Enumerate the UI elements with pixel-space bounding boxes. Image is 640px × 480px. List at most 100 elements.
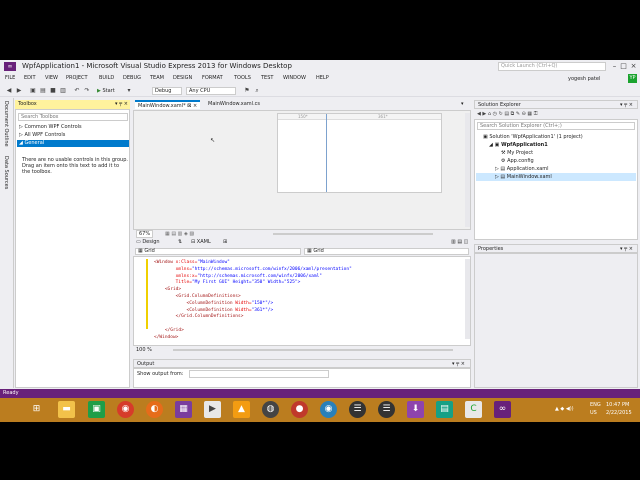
toolbox-group-common[interactable]: ▷ Common WPF Controls <box>19 124 82 130</box>
toolbox-search-input[interactable]: Search Toolbox <box>18 113 128 121</box>
designer-horizontal-scrollbar[interactable] <box>273 233 433 235</box>
data-sources-tab[interactable]: Data Sources <box>3 156 9 189</box>
zoom-select[interactable]: 67% <box>136 230 154 238</box>
document-outline-tab[interactable]: Document Outline <box>3 101 9 147</box>
file-explorer-icon[interactable]: ▬ <box>58 401 75 418</box>
mainwindow-xaml-node[interactable]: ▷ ▤ MainWindow.xaml <box>476 173 636 181</box>
chrome-icon[interactable]: ◉ <box>117 401 134 418</box>
menu-team[interactable]: TEAM <box>150 75 164 81</box>
solution-toolbar-icons[interactable]: ◀ ▶ ⌂ ◷ ↻ ▤ ⧉ ✎ ⊖ ▦ ⚿ <box>477 111 538 117</box>
menu-project[interactable]: PROJECT <box>66 75 88 81</box>
code-line[interactable]: </Grid.ColumnDefinitions> <box>154 314 244 319</box>
redo-icon[interactable]: ↷ <box>84 88 90 94</box>
tab-dropdown-icon[interactable]: ▾ <box>461 101 464 107</box>
open-icon[interactable]: ▤ <box>40 88 46 94</box>
media-app-icon[interactable]: ▶ <box>204 401 221 418</box>
code-line[interactable]: Title="My First GUI" Height="350" Width=… <box>154 280 301 285</box>
solution-node[interactable]: ▣ Solution 'WpfApplication1' (1 project) <box>483 134 583 140</box>
app-icon-1[interactable]: ☰ <box>349 401 366 418</box>
menu-file[interactable]: FILE <box>5 75 15 81</box>
start-debugging-button[interactable]: ▶ Start <box>97 87 115 95</box>
attach-icon[interactable]: ⚑ <box>244 88 250 94</box>
collapse-pane-icon[interactable]: ⊞ <box>223 238 227 246</box>
xaml-tab[interactable]: ⊟ XAML <box>191 238 211 246</box>
code-line[interactable]: <ColumnDefinition Width="150*"/> <box>154 301 274 306</box>
split-orientation-icons[interactable]: ▥ ▤ ◫ <box>451 238 468 246</box>
pin-icon[interactable]: ▾ ╤ × <box>115 100 128 109</box>
menu-debug[interactable]: DEBUG <box>123 75 141 81</box>
code-line[interactable]: <ColumnDefinition Width="361*"/> <box>154 308 274 313</box>
code-line[interactable]: xmlns:x="http://schemas.microsoft.com/wi… <box>154 274 322 279</box>
my-project-node[interactable]: ⚒ My Project <box>501 150 533 156</box>
toolbox-group-all[interactable]: ▷ All WPF Controls <box>19 132 65 138</box>
menu-build[interactable]: BUILD <box>99 75 114 81</box>
editor-zoom-select[interactable]: 100 % <box>136 347 152 353</box>
menu-design[interactable]: DESIGN <box>173 75 192 81</box>
dropdown-arrow-icon[interactable]: ▾ <box>126 88 132 94</box>
photo-app-icon[interactable]: ▦ <box>175 401 192 418</box>
new-project-icon[interactable]: ▣ <box>30 88 36 94</box>
code-line[interactable]: <Grid.ColumnDefinitions> <box>154 294 241 299</box>
menu-format[interactable]: FORMAT <box>202 75 223 81</box>
app-icon-3[interactable]: ▤ <box>436 401 453 418</box>
save-icon[interactable]: ■ <box>50 88 56 94</box>
menu-edit[interactable]: EDIT <box>24 75 36 81</box>
toolbox-group-general[interactable]: ◢ General <box>17 140 129 147</box>
menu-tools[interactable]: TOOLS <box>234 75 251 81</box>
editor-vertical-scrollbar[interactable] <box>465 259 470 339</box>
code-line[interactable]: <Window x:Class="MainWindow" <box>154 260 230 265</box>
save-all-icon[interactable]: ▥ <box>60 88 66 94</box>
design-tab[interactable]: ▭ Design <box>136 238 160 246</box>
platform-select[interactable]: Any CPU <box>186 87 236 95</box>
recorder-icon[interactable]: ● <box>291 401 308 418</box>
xaml-code-editor[interactable]: <Window x:Class="MainWindow" xmlns="http… <box>133 256 471 346</box>
system-tray-icons[interactable]: ▲ ◆ ◀)) <box>555 406 574 412</box>
camtasia-icon[interactable]: C <box>465 401 482 418</box>
input-language[interactable]: ENG <box>590 402 601 408</box>
media-player-icon[interactable]: ◍ <box>262 401 279 418</box>
close-button[interactable]: × <box>629 61 638 71</box>
editor-horizontal-scrollbar[interactable] <box>173 349 453 351</box>
menu-window[interactable]: WINDOW <box>283 75 306 81</box>
code-line[interactable]: xmlns="http://schemas.microsoft.com/winf… <box>154 267 352 272</box>
code-line[interactable]: </Grid> <box>154 328 184 333</box>
clock-time[interactable]: 10:47 PM <box>606 402 629 408</box>
app-config-node[interactable]: ⚙ App.config <box>501 158 534 164</box>
forward-icon[interactable]: ▶ <box>16 88 22 94</box>
tab-mainwindow-xaml-vb[interactable]: MainWindow.xaml.cs <box>205 100 263 109</box>
menu-view[interactable]: VIEW <box>45 75 58 81</box>
user-avatar[interactable]: YP <box>628 74 637 83</box>
store-icon[interactable]: ▣ <box>88 401 105 418</box>
back-icon[interactable]: ◀ <box>6 88 12 94</box>
undo-icon[interactable]: ↶ <box>74 88 80 94</box>
code-line[interactable]: <Grid> <box>154 287 181 292</box>
tab-mainwindow-xaml[interactable]: MainWindow.xaml* ⊠ × <box>135 100 201 109</box>
close-tab-icon[interactable]: ⊠ × <box>187 103 197 109</box>
window-design-canvas[interactable]: 150* 361* <box>277 113 442 193</box>
maximize-button[interactable]: □ <box>619 61 628 71</box>
output-source-select[interactable] <box>189 370 329 378</box>
clock-date[interactable]: 2/22/2015 <box>606 410 632 416</box>
app-icon-2[interactable]: ☰ <box>378 401 395 418</box>
designer-vertical-scrollbar[interactable] <box>465 113 470 227</box>
find-icon[interactable]: ⌕ <box>254 88 260 94</box>
swap-panes-icon[interactable]: ⇅ <box>178 238 182 246</box>
project-node[interactable]: ◢ ▣ WpfApplication1 <box>489 142 548 148</box>
visual-studio-taskbar-icon[interactable]: ∞ <box>494 401 511 418</box>
user-name[interactable]: yogesh patel <box>568 76 600 82</box>
designer-tool-icons[interactable]: ▦ ▤ ▥ ◈ ▨ <box>165 230 194 238</box>
vlc-icon[interactable]: ▲ <box>233 401 250 418</box>
minimize-button[interactable]: – <box>610 61 619 71</box>
code-line[interactable]: </Window> <box>154 335 178 340</box>
start-button-icon[interactable]: ⊞ <box>28 401 45 418</box>
audio-app-icon[interactable]: ◉ <box>320 401 337 418</box>
solution-search-input[interactable]: Search Solution Explorer (Ctrl+;) <box>477 122 635 130</box>
application-xaml-node[interactable]: ▷ ▤ Application.xaml <box>495 166 549 172</box>
grid-column-splitter[interactable] <box>326 114 327 192</box>
menu-help[interactable]: HELP <box>316 75 329 81</box>
element-selector-right[interactable]: ▦ Grid <box>304 248 469 255</box>
wpf-designer[interactable]: 150* 361* ↖ <box>133 110 471 230</box>
download-icon[interactable]: ⬇ <box>407 401 424 418</box>
menu-test[interactable]: TEST <box>261 75 273 81</box>
quick-launch-input[interactable]: Quick Launch (Ctrl+Q) <box>498 62 606 71</box>
